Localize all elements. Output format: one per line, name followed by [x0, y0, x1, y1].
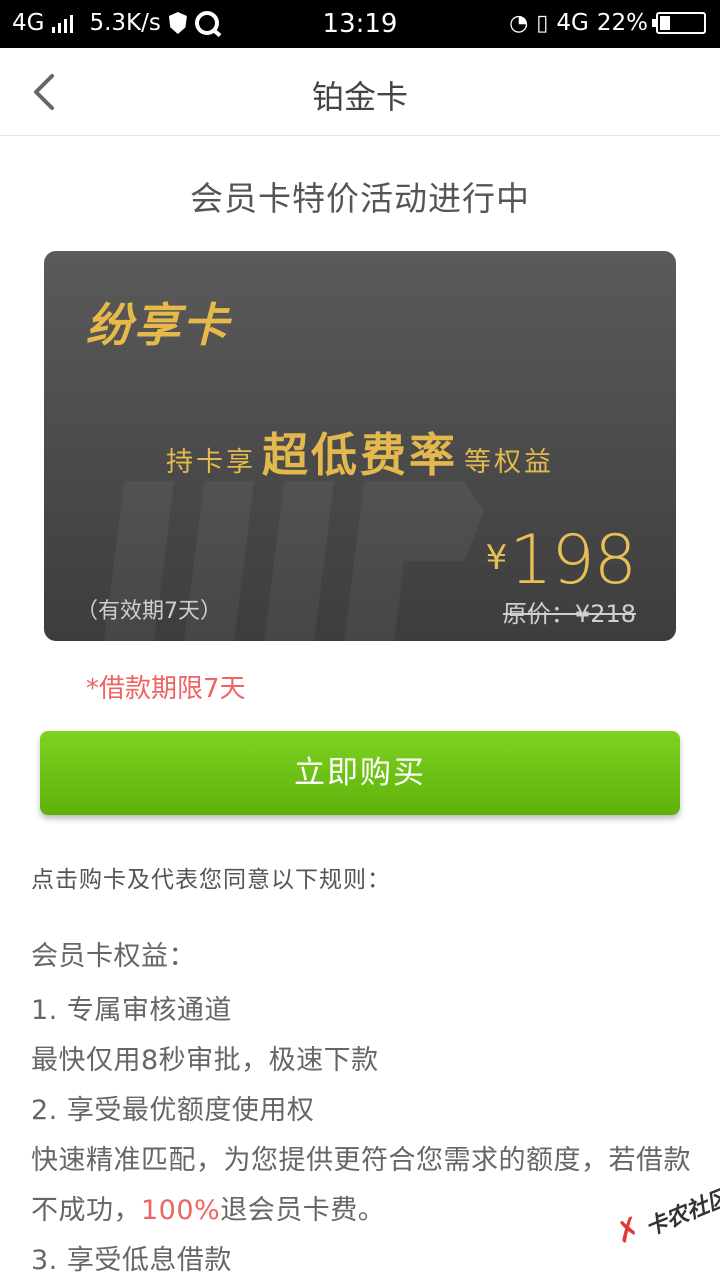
- card-price: ¥198: [485, 521, 637, 600]
- membership-card: 纷享卡 持卡享 超低费率 等权益 （有效期7天） ¥198 原价：¥218: [44, 251, 676, 641]
- nav-bar: 铂金卡: [0, 48, 720, 136]
- page-title: 铂金卡: [311, 78, 408, 116]
- rule-2-highlight: 100%: [141, 1195, 221, 1226]
- loan-term-note: *借款期限7天: [86, 674, 246, 704]
- card-brand-logo: 纷享卡: [86, 298, 230, 352]
- currency-symbol: ¥: [485, 538, 508, 578]
- vibrate-icon: ▯: [536, 10, 549, 36]
- original-price: 原价：¥218: [502, 600, 636, 628]
- benefit-suffix: 等权益: [464, 447, 554, 478]
- benefit-prefix: 持卡享: [166, 447, 256, 478]
- app-screen: { "status_bar": { "network": "4G", "spee…: [0, 0, 720, 1280]
- rules-heading: 会员卡权益：: [31, 941, 196, 972]
- buy-now-button[interactable]: 立即购买: [40, 731, 680, 815]
- status-right: ◔ ▯ 4G 22%: [509, 10, 706, 36]
- price-amount: 198: [509, 521, 637, 600]
- status-bar: 4G 5.3K/s 13:19 ◔ ▯ 4G 22%: [0, 0, 720, 48]
- rule-1-title: 1. 专属审核通道: [31, 995, 232, 1026]
- card-validity: （有效期7天）: [76, 599, 222, 624]
- rule-2-desc: 快速精准匹配，为您提供更符合您需求的额度，若借款不成功，100%退会员卡费。: [31, 1136, 691, 1236]
- network2-label: 4G: [556, 10, 589, 36]
- agreement-text: 点击购卡及代表您同意以下规则：: [31, 867, 391, 893]
- watermark-text: 卡农社区: [642, 1185, 720, 1242]
- battery-percent: 22%: [596, 10, 648, 36]
- card-benefit: 持卡享 超低费率 等权益: [44, 419, 676, 485]
- rule-1-desc: 最快仅用8秒审批，极速下款: [31, 1045, 379, 1076]
- promo-headline: 会员卡特价活动进行中: [190, 179, 530, 218]
- rule-3-title: 3. 享受低息借款: [31, 1245, 232, 1276]
- battery-icon: [652, 12, 706, 34]
- rule-2-title: 2. 享受最优额度使用权: [31, 1095, 315, 1126]
- benefit-main: 超低费率: [262, 428, 458, 482]
- do-not-disturb-icon: ◔: [509, 10, 529, 36]
- rule-2-desc-b: 退会员卡费。: [220, 1195, 386, 1226]
- battery-fill: [660, 16, 671, 30]
- rules-section: 会员卡权益： 1. 专属审核通道 最快仅用8秒审批，极速下款 2. 享受最优额度…: [31, 932, 691, 1280]
